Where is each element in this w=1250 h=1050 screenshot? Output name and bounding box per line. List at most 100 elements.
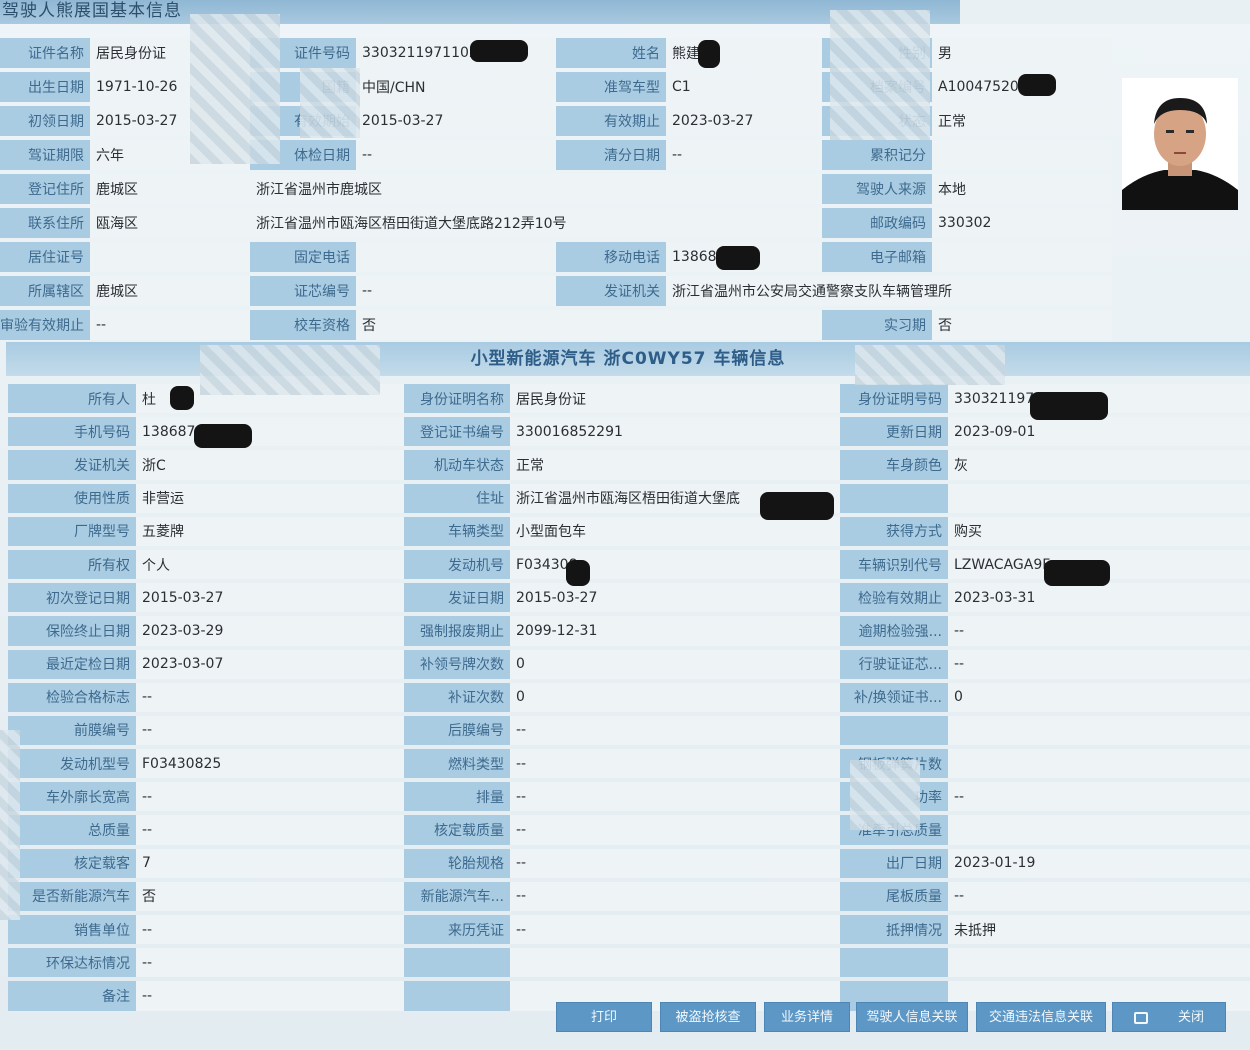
field-label: 驾证期限 — [0, 140, 90, 170]
field-value: 330302 — [932, 208, 1112, 238]
field-value — [948, 815, 1250, 845]
field-value: 2015-03-27 — [136, 583, 404, 613]
field-label: 使用性质 — [8, 483, 136, 513]
field-label: 强制报废期止 — [404, 616, 510, 646]
vehicle-row: 厂牌型号 五菱牌 车辆类型 小型面包车 获得方式 购买 — [8, 516, 1250, 546]
field-value: 购买 — [948, 516, 1250, 546]
vehicle-row: 检验合格标志 -- 补证次数 0 补/换领证书... 0 — [8, 682, 1250, 712]
driver-row-reg-addr: 登记住所 鹿城区 浙江省温州市鹿城区 驾驶人来源 本地 — [0, 174, 1112, 204]
field-value: C1 — [666, 72, 822, 102]
field-label: 移动电话 — [556, 242, 666, 272]
vehicle-info-grid: 所有人杜身份证明名称 居民身份证 身份证明号码 330321197 手机号码 138687… — [8, 380, 1250, 1015]
field-label — [840, 483, 948, 513]
exit-icon — [1133, 1011, 1148, 1024]
field-value: 五菱牌 — [136, 516, 404, 546]
field-value: 非营运 — [136, 483, 404, 513]
field-value: 浙江省温州市公安局交通警察支队车辆管理所 — [666, 276, 1112, 306]
field-value — [948, 948, 1250, 978]
field-label: 初领日期 — [0, 106, 90, 136]
field-value: -- — [948, 881, 1250, 911]
field-value: 7 — [136, 848, 404, 878]
field-value: 未抵押 — [948, 915, 1250, 945]
field-label: 环保达标情况 — [8, 948, 136, 978]
field-label: 补/换领证书... — [840, 682, 948, 712]
field-value: 中国/CHN — [356, 72, 556, 102]
redaction-mark — [470, 40, 528, 62]
field-label: 轮胎规格 — [404, 848, 510, 878]
field-label: 登记住所 — [0, 174, 90, 204]
close-button-label: 关闭 — [1177, 1010, 1204, 1025]
privacy-mosaic — [300, 68, 360, 138]
driver-row: 初领日期2015-03-27有效期始2015-03-27有效期止2023-03-… — [0, 106, 1112, 136]
violation-link-button[interactable]: 交通违法信息关联 — [976, 1002, 1106, 1032]
field-label: 所有权 — [8, 549, 136, 580]
field-label: 驾驶人来源 — [822, 174, 932, 204]
field-label: 厂牌型号 — [8, 516, 136, 546]
redaction-mark — [1018, 74, 1056, 96]
field-value: 330016852291 — [510, 417, 840, 447]
field-value: -- — [136, 981, 404, 1011]
field-value: 否 — [136, 881, 404, 911]
driver-row: 出生日期1971-10-26国籍中国/CHN准驾车型C1档案编号A1004752… — [0, 72, 1112, 102]
field-value — [356, 242, 556, 272]
field-value: 2099-12-31 — [510, 616, 840, 646]
driver-row-district: 所属辖区 鹿城区 证芯编号 -- 发证机关 浙江省温州市公安局交通警察支队车辆管… — [0, 276, 1112, 306]
vehicle-row: 总质量 -- 核定载质量 -- 准牵引总质量 — [8, 815, 1250, 845]
field-label: 最近定检日期 — [8, 649, 136, 679]
field-label: 总质量 — [8, 815, 136, 845]
field-value: -- — [136, 715, 404, 746]
vehicle-row: 使用性质 非营运 住址 浙江省温州市瓯海区梧田街道大堡底 — [8, 483, 1250, 513]
field-value: 浙C — [136, 450, 404, 480]
field-value: 0 — [510, 649, 840, 679]
field-label: 邮政编码 — [822, 208, 932, 238]
field-label: 姓名 — [556, 38, 666, 68]
business-detail-button[interactable]: 业务详情 — [764, 1002, 850, 1032]
field-label: 新能源汽车... — [404, 881, 510, 911]
vehicle-row: 保险终止日期 2023-03-29 强制报废期止 2099-12-31 逾期检验强...… — [8, 616, 1250, 646]
field-value: -- — [948, 616, 1250, 646]
field-value: 0 — [510, 682, 840, 712]
field-value: 2015-03-27 — [510, 583, 840, 613]
field-value: F034308 — [510, 549, 840, 580]
field-label — [840, 715, 948, 746]
field-label: 行驶证证芯... — [840, 649, 948, 679]
redaction-mark — [1030, 392, 1108, 420]
field-label: 获得方式 — [840, 516, 948, 546]
field-label: 补证次数 — [404, 682, 510, 712]
print-button[interactable]: 打印 — [556, 1002, 652, 1032]
vehicle-row: 初次登记日期 2015-03-27 发证日期 2015-03-27 检验有效期止 2023… — [8, 583, 1250, 613]
privacy-mosaic — [830, 10, 930, 140]
field-value — [948, 483, 1250, 513]
redaction-mark — [170, 386, 194, 410]
field-label: 电子邮箱 — [822, 242, 932, 272]
field-label: 发动机号 — [404, 549, 510, 580]
field-label — [840, 948, 948, 978]
field-value: -- — [510, 749, 840, 779]
redaction-mark — [760, 492, 834, 520]
field-value: -- — [356, 276, 556, 306]
field-value — [932, 242, 1112, 272]
field-label: 住址 — [404, 483, 510, 513]
screen: 驾驶人熊展国基本信息 证件名称 居民身份证 证件号码 33032119711026 姓名… — [0, 0, 1250, 1050]
field-value: F03430825 — [136, 749, 404, 779]
field-label: 联系住所 — [0, 208, 90, 238]
field-label: 审验有效期止 — [0, 310, 90, 340]
field-label — [404, 981, 510, 1011]
field-label: 销售单位 — [8, 915, 136, 945]
field-label: 发动机型号 — [8, 749, 136, 779]
stolen-check-button[interactable]: 被盗抢核查 — [660, 1002, 756, 1032]
driver-link-button[interactable]: 驾驶人信息关联 — [856, 1002, 968, 1032]
field-label: 所属辖区 — [0, 276, 90, 306]
vehicle-row: 发动机型号F03430825燃料类型--钢板弹簧片数 — [8, 749, 1250, 779]
driver-photo — [1122, 78, 1238, 210]
field-value: -- — [948, 649, 1250, 679]
close-button[interactable]: 关闭 — [1112, 1002, 1226, 1032]
field-value: -- — [510, 915, 840, 945]
driver-info-grid: 证件名称居民身份证证件号码33032119711026姓名熊建性别男出生日期19… — [0, 34, 1112, 344]
field-value: 2015-03-27 — [356, 106, 556, 136]
field-label: 保险终止日期 — [8, 616, 136, 646]
field-value: -- — [136, 782, 404, 812]
privacy-mosaic — [855, 345, 1005, 385]
driver-row-review: 审验有效期止 -- 校车资格 否 实习期 否 — [0, 310, 1112, 340]
field-value: -- — [510, 715, 840, 746]
